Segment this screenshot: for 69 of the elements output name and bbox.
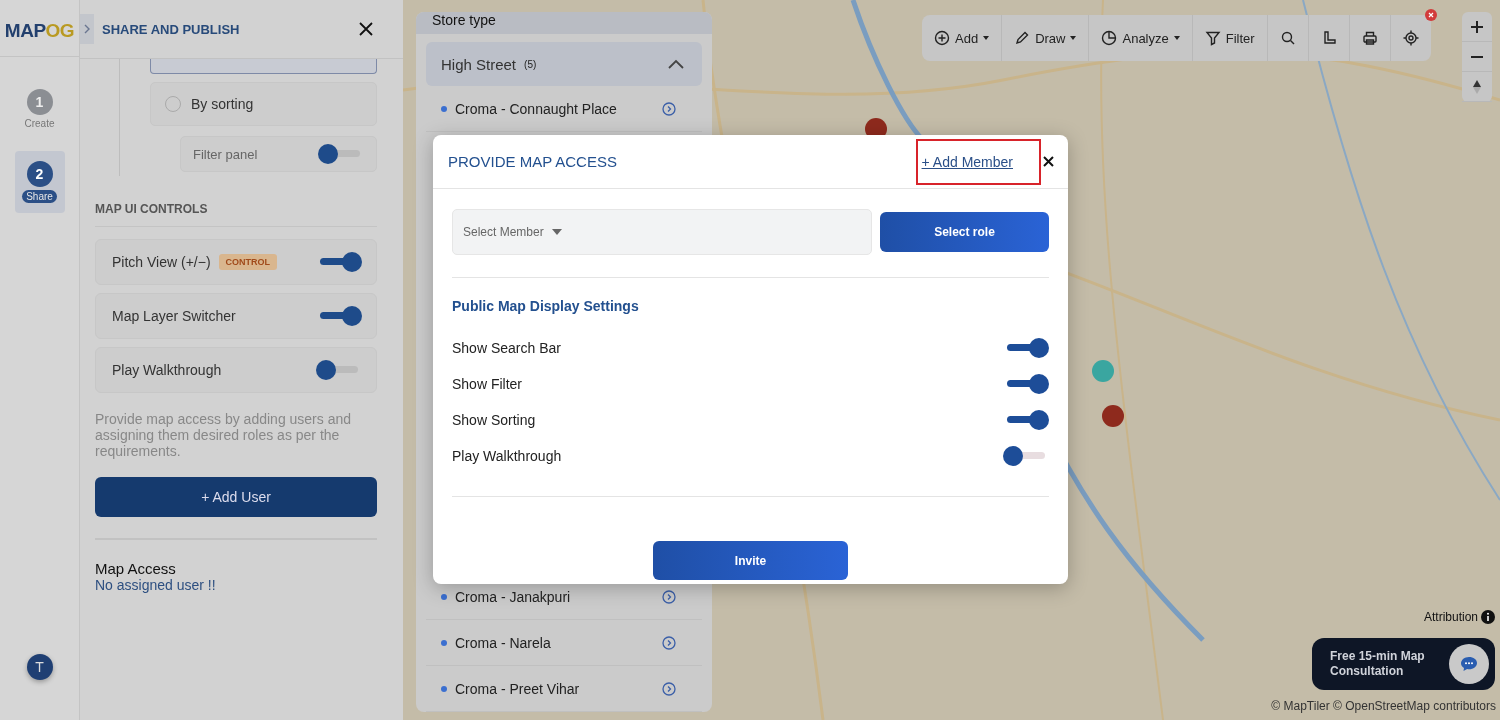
caret-icon [1173, 36, 1180, 40]
arrow-circle-icon[interactable] [662, 589, 676, 604]
caret-icon [551, 229, 562, 235]
bullet-icon [441, 685, 447, 692]
chevron-icon[interactable] [668, 59, 684, 69]
chat-icon [1460, 656, 1478, 672]
step-tab[interactable]: 2 Share [14, 151, 65, 213]
setting-label: Show Sorting [452, 412, 536, 428]
invite-button[interactable]: Invite [653, 541, 848, 580]
description-text: Provide map access by adding users and assigning them desired roles as per the requirements. [95, 411, 353, 459]
analyze-tool-button[interactable]: Analyze [1089, 15, 1193, 61]
store-name[interactable]: Croma - Narela [455, 634, 551, 651]
user-avatar[interactable]: T [26, 654, 53, 680]
settings-heading: Public Map Display Settings [452, 298, 640, 314]
control-badge: CONTROL [218, 254, 278, 270]
setting-label: Show Filter [452, 376, 523, 392]
filter-tool-button[interactable]: Filter [1192, 15, 1268, 61]
crosshair-icon [1402, 30, 1419, 46]
attribution-label[interactable]: Attribution [1423, 610, 1478, 624]
sort-option[interactable]: By sorting [150, 82, 377, 126]
arrow-circle-icon[interactable] [662, 681, 676, 696]
setting-label: Show Search Bar [452, 340, 561, 356]
filter-panel-label: Filter panel [193, 146, 258, 162]
compass-icon [1472, 78, 1482, 95]
pencil-icon [1014, 30, 1031, 46]
printer-icon [1361, 30, 1378, 46]
bullet-icon [441, 639, 447, 646]
select-role-button[interactable]: Select role [880, 212, 1049, 252]
arrow-circle-icon[interactable] [662, 101, 676, 116]
map-pin-icon[interactable] [1102, 405, 1124, 427]
member-select[interactable]: Select Member [452, 209, 872, 255]
filter-icon [1204, 30, 1221, 46]
pie-chart-icon [1101, 30, 1118, 46]
map-credits: © MapTiler © OpenStreetMap contributors [1271, 699, 1496, 713]
search-icon [1279, 30, 1296, 46]
consultation-banner[interactable]: Free 15-min Map Consultation [1312, 638, 1495, 690]
group-count: (5) [524, 58, 537, 70]
draw-tool-button[interactable]: Draw [1002, 15, 1090, 61]
map-access-heading: Map Access [95, 560, 177, 577]
plus-icon [1470, 19, 1484, 34]
store-group-header[interactable]: High Street (5) [426, 42, 702, 86]
bullet-icon [441, 593, 447, 600]
store-name[interactable]: Croma - Connaught Place [455, 100, 617, 117]
control-label: Pitch View (+/−) [112, 254, 211, 270]
bullet-icon [441, 105, 447, 112]
add-tool-button[interactable]: Add [922, 15, 1003, 61]
add-member-link[interactable]: + Add Member [921, 153, 1013, 170]
control-label: Play Walkthrough [112, 362, 222, 378]
caret-icon [983, 36, 990, 40]
group-label: High Street [441, 55, 517, 73]
chat-button[interactable] [1449, 644, 1489, 684]
arrow-circle-icon[interactable] [662, 635, 676, 650]
dialog-title: PROVIDE MAP ACCESS [448, 153, 617, 170]
setting-label: Play Walkthrough [452, 448, 562, 464]
access-status: No assigned user !! [95, 577, 217, 593]
control-label: Map Layer Switcher [112, 308, 236, 324]
close-icon[interactable] [1043, 156, 1054, 167]
add-user-button[interactable]: + Add User [95, 477, 377, 517]
store-type-heading: Store type [416, 12, 712, 34]
panel-title: SHARE AND PUBLISH [102, 21, 241, 37]
minus-icon [1470, 54, 1484, 59]
close-icon[interactable] [359, 22, 373, 36]
store-name[interactable]: Croma - Preet Vihar [455, 680, 580, 697]
info-icon[interactable] [1481, 610, 1495, 624]
section-heading: MAP UI CONTROLS [95, 176, 377, 227]
logo: MAPOG [4, 19, 75, 43]
plus-circle-icon [934, 30, 950, 46]
store-name[interactable]: Croma - Janakpuri [455, 588, 571, 605]
caret-icon [1070, 36, 1077, 40]
